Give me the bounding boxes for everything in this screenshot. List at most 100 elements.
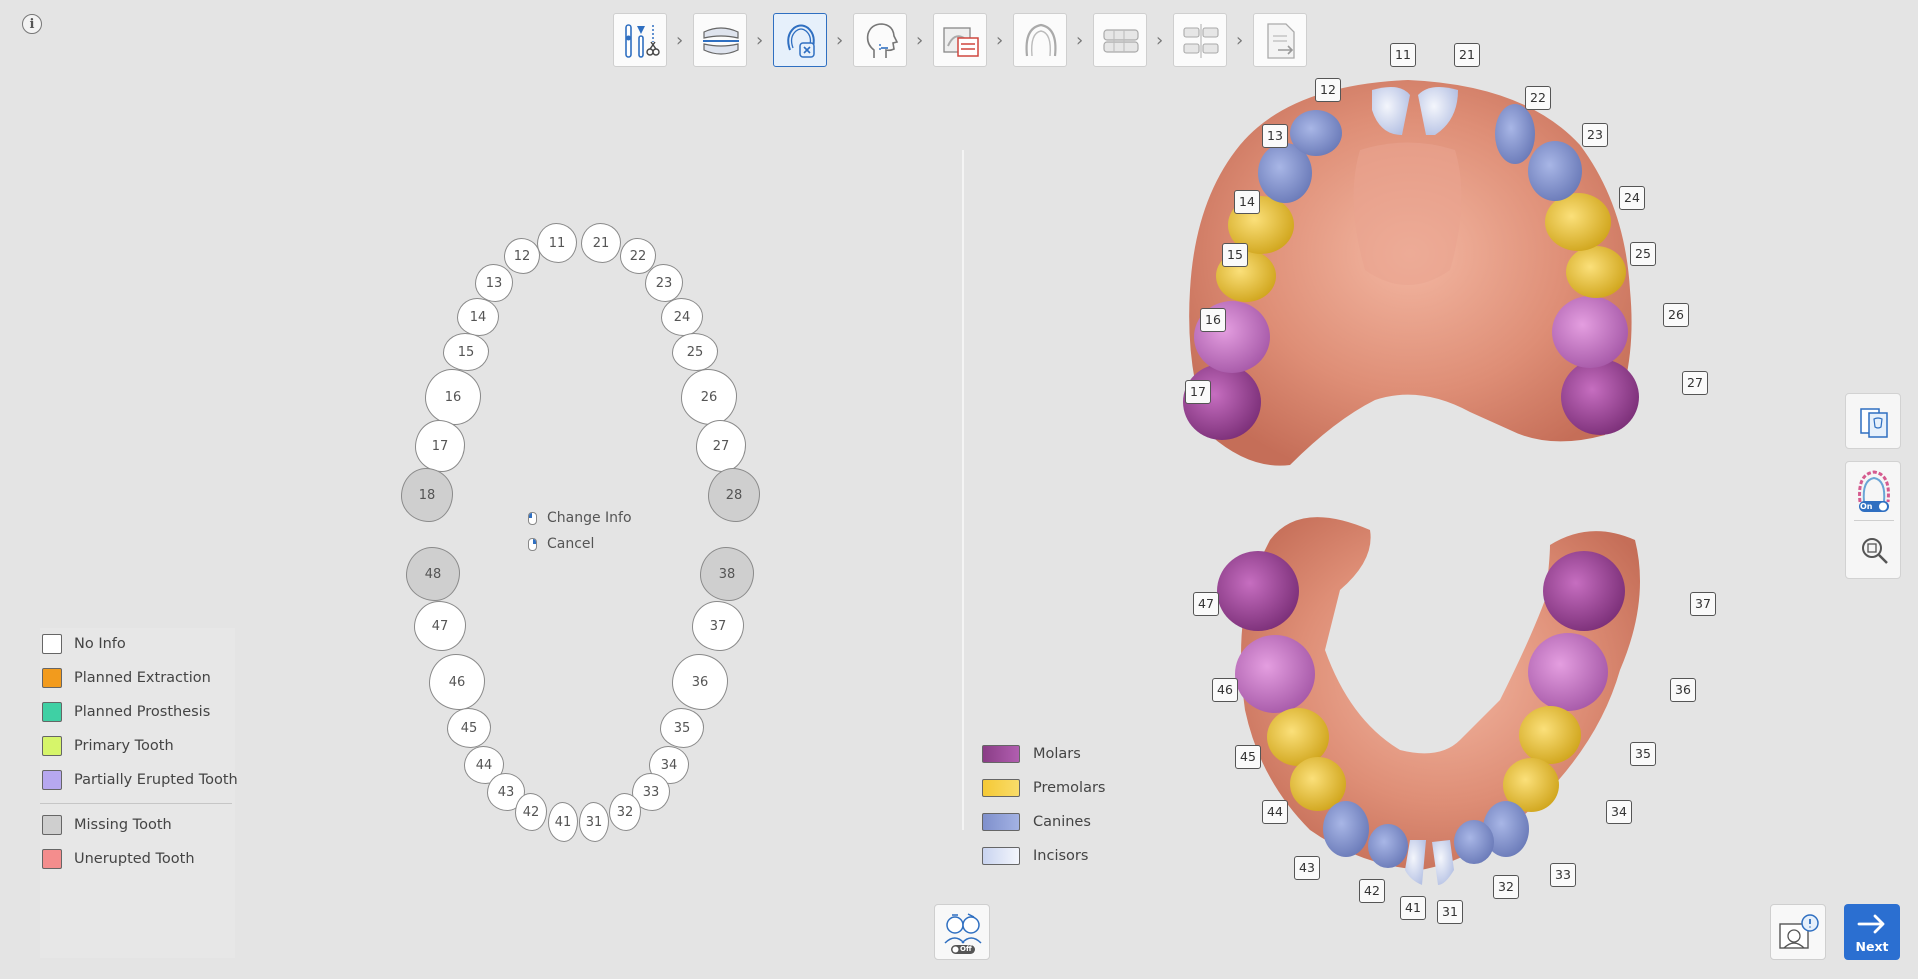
model-label-17[interactable]: 17 <box>1185 380 1211 404</box>
model-label-14[interactable]: 14 <box>1234 190 1260 214</box>
tooth-26[interactable]: 26 <box>681 369 737 425</box>
tooth-42[interactable]: 42 <box>515 793 547 831</box>
legend-label: Unerupted Tooth <box>74 851 195 867</box>
tooth-27[interactable]: 27 <box>696 420 746 472</box>
tooth-37[interactable]: 37 <box>692 601 744 651</box>
model-label-37[interactable]: 37 <box>1690 592 1716 616</box>
legend-planned-prosthesis: Planned Prosthesis <box>42 702 210 722</box>
setup-icon <box>1103 29 1139 53</box>
tooth-12[interactable]: 12 <box>504 238 540 274</box>
step-arch-button[interactable] <box>1013 13 1067 67</box>
model-label-44[interactable]: 44 <box>1262 800 1288 824</box>
tooth-28[interactable]: 28 <box>708 468 760 522</box>
patient-view-toggle-button[interactable]: Off <box>934 904 990 960</box>
model-label-25[interactable]: 25 <box>1630 242 1656 266</box>
tooth-48[interactable]: 48 <box>406 547 460 601</box>
model-label-16[interactable]: 16 <box>1200 308 1226 332</box>
legend-swatch <box>42 668 62 688</box>
tooth-25[interactable]: 25 <box>672 333 718 371</box>
app-window: i › › › › › › › › 11 21 12 22 13 23 14 2… <box>0 0 1918 979</box>
tooth-16[interactable]: 16 <box>425 369 481 425</box>
arch-toggle-state: On <box>1860 502 1873 511</box>
model-label-31[interactable]: 31 <box>1437 900 1463 924</box>
tooth-41[interactable]: 41 <box>548 802 578 842</box>
model-label-24[interactable]: 24 <box>1619 186 1645 210</box>
model-label-21[interactable]: 21 <box>1454 43 1480 67</box>
lower-tooth-42 <box>1368 824 1408 868</box>
tooth-32[interactable]: 32 <box>609 793 641 831</box>
cancel-hint[interactable]: Cancel <box>528 531 632 557</box>
zoom-button[interactable] <box>1846 522 1902 578</box>
arch-toggle-button[interactable]: On <box>1846 462 1902 520</box>
model-label-27[interactable]: 27 <box>1682 371 1708 395</box>
model-label-34[interactable]: 34 <box>1606 800 1632 824</box>
model-label-15[interactable]: 15 <box>1222 243 1248 267</box>
tooth-13[interactable]: 13 <box>475 264 513 302</box>
model-label-35[interactable]: 35 <box>1630 742 1656 766</box>
legend-label: Planned Extraction <box>74 670 211 686</box>
model-label-11[interactable]: 11 <box>1390 43 1416 67</box>
tooth-38[interactable]: 38 <box>700 547 754 601</box>
consultation-button[interactable] <box>1770 904 1826 960</box>
tooth-45[interactable]: 45 <box>447 708 491 748</box>
tooth-23[interactable]: 23 <box>645 264 683 302</box>
model-label-22[interactable]: 22 <box>1525 86 1551 110</box>
upper-tooth-22 <box>1495 104 1535 164</box>
change-info-label: Change Info <box>547 510 632 526</box>
legend-label: Planned Prosthesis <box>74 704 211 720</box>
legend-planned-extraction: Planned Extraction <box>42 668 211 688</box>
model-3d-view[interactable]: 11 21 12 22 13 23 14 24 15 25 16 26 17 2… <box>1150 40 1740 930</box>
next-label: Next <box>1855 939 1889 954</box>
upper-tooth-26 <box>1552 296 1628 368</box>
tooth-46[interactable]: 46 <box>429 654 485 710</box>
tooth-11[interactable]: 11 <box>537 223 577 263</box>
lower-tooth-43 <box>1323 801 1369 857</box>
legend-no-info: No Info <box>42 634 126 654</box>
upper-tooth-23 <box>1528 141 1582 201</box>
tooth-21[interactable]: 21 <box>581 223 621 263</box>
next-button[interactable]: Next <box>1844 904 1900 960</box>
model-label-42[interactable]: 42 <box>1359 879 1385 903</box>
model-label-23[interactable]: 23 <box>1582 123 1608 147</box>
lower-tooth-37 <box>1543 551 1625 631</box>
step-tooth-setting-button[interactable] <box>773 13 827 67</box>
tooth-14[interactable]: 14 <box>457 298 499 336</box>
model-label-33[interactable]: 33 <box>1550 863 1576 887</box>
step-segmentation-button[interactable] <box>613 13 667 67</box>
tooth-17[interactable]: 17 <box>415 420 465 472</box>
change-info-hint[interactable]: Change Info <box>528 505 632 531</box>
legend-unerupted-tooth: Unerupted Tooth <box>42 849 195 869</box>
tooth-35[interactable]: 35 <box>660 708 704 748</box>
legend-partially-erupted: Partially Erupted Tooth <box>42 770 238 790</box>
step-xray-button[interactable] <box>933 13 987 67</box>
step-chevron-icon: › <box>996 30 1004 51</box>
step-chevron-icon: › <box>1076 30 1084 51</box>
tooth-47[interactable]: 47 <box>414 601 466 651</box>
legend-swatch <box>982 779 1020 797</box>
view-document-button[interactable] <box>1845 393 1901 449</box>
tooth-24[interactable]: 24 <box>661 298 703 336</box>
step-chevron-icon: › <box>916 30 924 51</box>
left-click-mouse-icon <box>528 511 537 525</box>
info-icon[interactable]: i <box>22 14 42 34</box>
model-label-13[interactable]: 13 <box>1262 124 1288 148</box>
model-label-41[interactable]: 41 <box>1400 896 1426 920</box>
model-label-47[interactable]: 47 <box>1193 592 1219 616</box>
tooth-15[interactable]: 15 <box>443 333 489 371</box>
legend-premolars: Premolars <box>982 779 1105 797</box>
arrow-right-icon <box>1857 914 1885 934</box>
model-label-45[interactable]: 45 <box>1235 745 1261 769</box>
tooth-36[interactable]: 36 <box>672 654 728 710</box>
model-label-46[interactable]: 46 <box>1212 678 1238 702</box>
model-label-26[interactable]: 26 <box>1663 303 1689 327</box>
step-setup-button[interactable] <box>1093 13 1147 67</box>
tooth-31[interactable]: 31 <box>579 802 609 842</box>
legend-swatch <box>42 702 62 722</box>
step-occlusion-button[interactable] <box>693 13 747 67</box>
tooth-18[interactable]: 18 <box>401 468 453 522</box>
model-label-43[interactable]: 43 <box>1294 856 1320 880</box>
model-label-12[interactable]: 12 <box>1315 78 1341 102</box>
model-label-36[interactable]: 36 <box>1670 678 1696 702</box>
step-face-profile-button[interactable] <box>853 13 907 67</box>
model-label-32[interactable]: 32 <box>1493 875 1519 899</box>
